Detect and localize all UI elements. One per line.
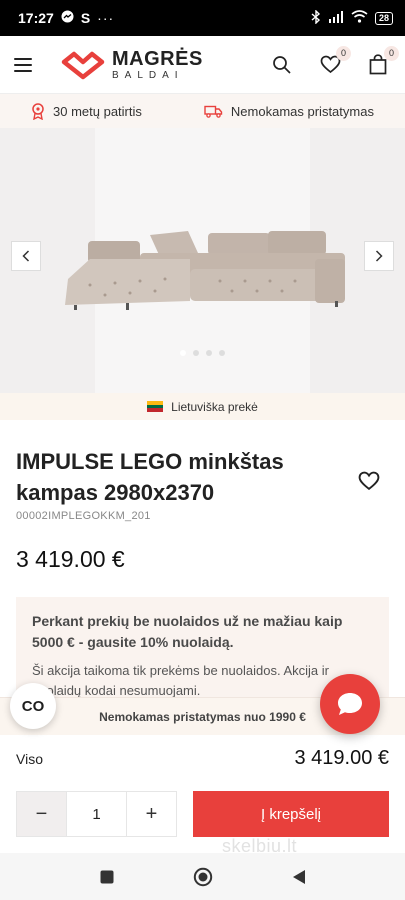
free-shipping-text: Nemokamas pristatymas nuo 1990 € <box>99 709 306 724</box>
perk-experience: 30 metų patirtis <box>31 102 142 120</box>
gallery-prev-button[interactable] <box>11 241 41 271</box>
origin-badge: Lietuviška prekė <box>0 393 405 420</box>
co-widget-button[interactable]: CO <box>10 683 56 729</box>
status-time: 17:27 <box>18 10 54 26</box>
wifi-icon <box>351 10 368 26</box>
status-extra: S <box>80 10 91 26</box>
signal-icon <box>328 10 344 26</box>
logo[interactable]: MAGRĖS BALDAI <box>60 49 203 81</box>
product-image <box>65 231 345 310</box>
cart-button[interactable]: 0 <box>365 45 399 78</box>
gallery-dot[interactable] <box>180 350 186 356</box>
quantity-increase-button[interactable]: + <box>127 792 176 836</box>
status-dots: ··· <box>97 10 115 26</box>
search-icon <box>273 55 291 74</box>
logo-title: MAGRĖS <box>112 47 203 70</box>
logo-icon <box>61 51 105 79</box>
truck-icon <box>204 105 223 118</box>
award-icon <box>32 102 44 120</box>
home-button[interactable] <box>191 865 215 889</box>
messenger-icon <box>61 10 74 26</box>
recents-button[interactable] <box>95 865 119 889</box>
wishlist-count-badge: 0 <box>336 45 351 61</box>
bluetooth-icon <box>311 8 321 27</box>
total-label: Viso <box>16 750 43 767</box>
product-gallery[interactable] <box>0 128 405 393</box>
perks-bar: 30 metų patirtis Nemokamas pristatymas <box>0 94 405 128</box>
quantity-decrease-button[interactable]: − <box>17 792 66 836</box>
square-icon <box>100 870 113 883</box>
wishlist-button[interactable]: 0 <box>317 45 351 78</box>
status-bar: 17:27 S ··· 28 <box>0 0 405 36</box>
system-nav-bar <box>0 853 405 900</box>
perk-delivery: Nemokamas pristatymas <box>204 104 374 119</box>
lithuania-flag-icon <box>147 401 164 413</box>
product-sku: 00002IMPLEGOKKM_201 <box>16 510 151 522</box>
search-button[interactable] <box>269 52 295 78</box>
product-title: IMPULSE LEGO minkštas kampas 2980x2370 <box>16 449 284 505</box>
battery-icon: 28 <box>374 11 393 25</box>
add-to-wishlist-button[interactable] <box>358 471 380 496</box>
gallery-next-button[interactable] <box>364 241 394 271</box>
triangle-back-icon <box>292 869 305 884</box>
gallery-dots <box>0 350 405 356</box>
gallery-dot[interactable] <box>206 350 212 356</box>
product-price: 3 419.00 € <box>16 546 125 572</box>
total-row: Viso 3 419.00 € <box>16 747 389 770</box>
menu-button[interactable] <box>14 50 44 80</box>
perk-experience-label: 30 metų patirtis <box>53 103 142 119</box>
chevron-right-icon <box>375 250 383 262</box>
site-header: MAGRĖS BALDAI 0 0 <box>0 36 405 94</box>
add-to-cart-button[interactable]: Į krepšelį <box>193 791 389 837</box>
back-button[interactable] <box>287 865 311 889</box>
gallery-dot[interactable] <box>219 350 225 356</box>
quantity-input[interactable] <box>66 792 127 836</box>
promo-title: Perkant prekių be nuolaidos už ne mažiau… <box>32 613 343 650</box>
total-value: 3 419.00 € <box>294 747 389 769</box>
logo-subtitle: BALDAI <box>112 69 184 81</box>
circle-icon <box>193 867 212 886</box>
gallery-dot[interactable] <box>193 350 199 356</box>
quantity-stepper: − + <box>16 791 177 837</box>
chat-bubble-icon <box>338 693 362 715</box>
cart-count-badge: 0 <box>384 45 399 61</box>
heart-icon <box>358 471 380 491</box>
chat-button[interactable] <box>320 674 380 734</box>
origin-label: Lietuviška prekė <box>171 399 258 414</box>
perk-delivery-label: Nemokamas pristatymas <box>230 103 374 119</box>
chevron-left-icon <box>22 250 30 262</box>
